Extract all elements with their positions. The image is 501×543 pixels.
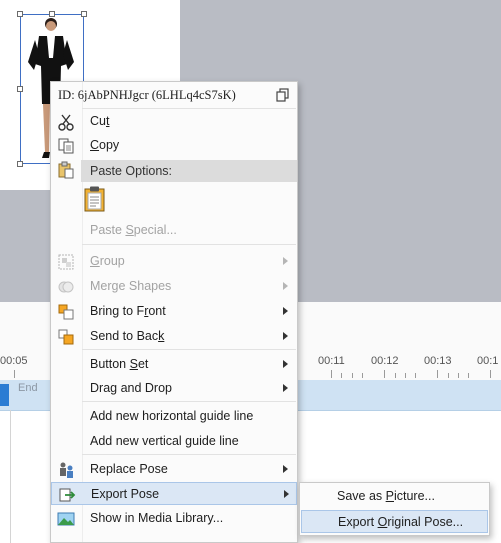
- menu-separator: [82, 454, 296, 455]
- submenu-arrow-icon: [283, 257, 288, 265]
- bring-to-front-icon: [58, 304, 74, 320]
- tick-mark: [448, 373, 449, 378]
- tick-label: 00:11: [318, 355, 345, 367]
- context-menu: ID: 6jAbPNHJgcr (6LHLq4cS7sK) Cut Copy P…: [50, 81, 298, 543]
- menu-item-label: Add new vertical guide line: [90, 434, 239, 448]
- resize-handle-w[interactable]: [17, 86, 23, 92]
- replace-pose-icon: [60, 462, 73, 478]
- submenu-arrow-icon: [283, 360, 288, 368]
- tick-mark: [384, 370, 385, 378]
- menu-item-export-original-pose[interactable]: Export Original Pose...: [301, 510, 488, 533]
- menu-item-label: Button Set: [90, 357, 149, 371]
- submenu-arrow-icon: [283, 465, 288, 473]
- menu-item-label: Add new horizontal guide line: [90, 409, 254, 423]
- menu-item-send-to-back[interactable]: Send to Back: [51, 325, 297, 348]
- tick-mark: [14, 370, 15, 378]
- menu-item-label: Drag and Drop: [90, 381, 172, 395]
- tick-mark: [362, 373, 363, 378]
- paste-options-header: Paste Options:: [81, 160, 297, 182]
- menu-item-label: Copy: [90, 138, 120, 152]
- tick-mark: [490, 370, 491, 378]
- tick-mark: [437, 370, 438, 378]
- menu-separator: [82, 401, 296, 402]
- menu-item-replace-pose[interactable]: Replace Pose: [51, 458, 297, 481]
- tick-label: 00:13: [424, 355, 452, 367]
- copy-icon[interactable]: [276, 88, 290, 102]
- menu-item-label: Send to Back: [90, 329, 165, 343]
- send-to-back-icon: [58, 329, 74, 345]
- object-id-header: ID: 6jAbPNHJgcr (6LHLq4cS7sK): [51, 82, 297, 108]
- menu-item-label: Export Pose: [91, 487, 160, 501]
- export-pose-submenu: Save as Picture... Export Original Pose.…: [299, 482, 490, 536]
- menu-item-label: Replace Pose: [90, 462, 168, 476]
- resize-handle-nw[interactable]: [17, 11, 23, 17]
- track-end-label: End: [18, 382, 38, 394]
- resize-handle-n[interactable]: [49, 11, 55, 17]
- tick-mark: [331, 370, 332, 378]
- paste-clipboard-small-icon: [58, 161, 74, 179]
- menu-item-label: Paste Special...: [90, 223, 177, 237]
- menu-item-add-horizontal-guide[interactable]: Add new horizontal guide line: [51, 405, 297, 428]
- menu-item-button-set[interactable]: Button Set: [51, 353, 297, 376]
- paste-clipboard-icon[interactable]: [83, 186, 107, 212]
- media-library-icon: [57, 512, 75, 526]
- menu-item-cut[interactable]: Cut: [51, 110, 297, 133]
- submenu-arrow-icon: [283, 332, 288, 340]
- tick-mark: [395, 373, 396, 378]
- group-icon: [58, 254, 74, 270]
- menu-item-show-in-media-library[interactable]: Show in Media Library...: [51, 507, 297, 530]
- tick-label: 00:05: [0, 355, 28, 367]
- menu-separator: [82, 244, 296, 245]
- scissors-icon: [58, 114, 74, 131]
- tick-mark: [468, 373, 469, 378]
- menu-item-label: Bring to Front: [90, 304, 166, 318]
- tick-mark: [458, 373, 459, 378]
- menu-item-label: Cut: [90, 114, 110, 128]
- menu-item-save-as-picture[interactable]: Save as Picture...: [301, 485, 488, 508]
- submenu-arrow-icon: [283, 307, 288, 315]
- tick-label: 00:12: [371, 355, 399, 367]
- playhead-marker[interactable]: [0, 384, 9, 406]
- merge-shapes-icon: [58, 281, 74, 293]
- menu-item-copy[interactable]: Copy: [51, 134, 297, 157]
- menu-item-label: Group: [90, 254, 125, 268]
- submenu-arrow-icon: [283, 384, 288, 392]
- menu-item-export-pose[interactable]: Export Pose: [51, 482, 297, 505]
- resize-handle-sw[interactable]: [17, 161, 23, 167]
- menu-item-group[interactable]: Group: [51, 250, 297, 273]
- menu-item-label: Export Original Pose...: [338, 515, 464, 529]
- menu-item-label: Merge Shapes: [90, 279, 172, 293]
- tick-mark: [405, 373, 406, 378]
- menu-item-bring-to-front[interactable]: Bring to Front: [51, 300, 297, 323]
- tick-label: 00:1: [477, 355, 499, 367]
- menu-item-merge-shapes[interactable]: Merge Shapes: [51, 275, 297, 298]
- tick-mark: [341, 373, 342, 378]
- menu-separator: [82, 108, 296, 109]
- copy-doc-icon: [58, 138, 74, 154]
- tick-mark: [352, 373, 353, 378]
- menu-item-label: Show in Media Library...: [90, 511, 224, 525]
- object-id-text: ID: 6jAbPNHJgcr (6LHLq4cS7sK): [58, 88, 236, 102]
- paste-options-label: Paste Options:: [90, 164, 172, 178]
- menu-item-label: Save as Picture...: [337, 489, 435, 503]
- submenu-arrow-icon: [283, 282, 288, 290]
- timeline-divider: [10, 410, 11, 543]
- tick-mark: [415, 373, 416, 378]
- submenu-arrow-icon: [284, 490, 289, 498]
- menu-item-drag-and-drop[interactable]: Drag and Drop: [51, 377, 297, 400]
- export-pose-icon: [59, 488, 76, 502]
- resize-handle-ne[interactable]: [81, 11, 87, 17]
- menu-separator: [82, 349, 296, 350]
- menu-item-add-vertical-guide[interactable]: Add new vertical guide line: [51, 430, 297, 453]
- menu-item-paste-special[interactable]: Paste Special...: [51, 219, 297, 242]
